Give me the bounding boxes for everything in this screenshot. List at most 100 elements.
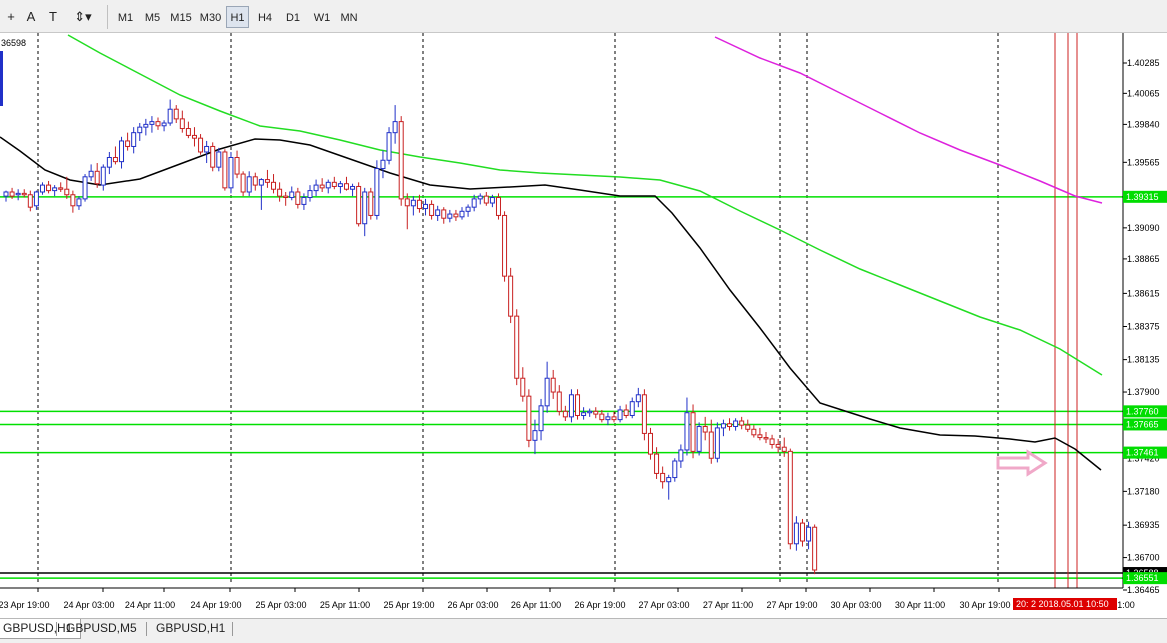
candle-body bbox=[587, 410, 593, 414]
moving-average-medium bbox=[67, 34, 1103, 376]
candle-body bbox=[550, 377, 556, 393]
toolbar-separator bbox=[107, 5, 108, 29]
candle-body bbox=[76, 198, 82, 207]
time-tick-label: 25 Apr 03:00 bbox=[255, 600, 306, 610]
timeframe-mn-button[interactable]: MN bbox=[337, 6, 361, 28]
candle-body bbox=[544, 377, 550, 407]
time-tick-label: 26 Apr 19:00 bbox=[574, 600, 625, 610]
candle-body bbox=[568, 394, 574, 418]
candle-body bbox=[562, 410, 568, 418]
candle-body bbox=[684, 412, 690, 451]
candle-body bbox=[319, 184, 325, 189]
candle-body bbox=[739, 420, 745, 426]
time-tick-label: 26 Apr 11:00 bbox=[511, 600, 561, 610]
candle-body bbox=[289, 191, 295, 199]
timeframe-m30-button[interactable]: M30 bbox=[197, 6, 224, 28]
candle-body bbox=[447, 213, 453, 219]
timeframe-h4-button[interactable]: H4 bbox=[253, 6, 277, 28]
candle-body bbox=[386, 132, 392, 161]
level-price-label: 1.39315 bbox=[1126, 192, 1159, 202]
candle-body bbox=[666, 477, 672, 483]
candle-body bbox=[465, 206, 471, 212]
candle-body bbox=[9, 191, 15, 197]
price-tick-label: 1.37180 bbox=[1127, 486, 1160, 496]
right-arrow-marker[interactable] bbox=[996, 449, 1048, 477]
timeframe-h1-button[interactable]: H1 bbox=[226, 6, 249, 28]
moving-average-slow bbox=[714, 36, 1103, 204]
candle-body bbox=[46, 184, 52, 192]
candle-body bbox=[277, 188, 283, 197]
timeframe-m15-button[interactable]: M15 bbox=[167, 6, 195, 28]
moving-average-fast bbox=[0, 136, 1102, 471]
text-label-tool-icon[interactable]: T bbox=[44, 6, 62, 28]
price-tick-label: 1.38865 bbox=[1127, 254, 1160, 264]
candle-body bbox=[70, 194, 76, 207]
candle-body bbox=[82, 176, 88, 200]
candle-body bbox=[39, 184, 45, 193]
timeframe-m5-button[interactable]: M5 bbox=[140, 6, 165, 28]
timeframe-m1-button[interactable]: M1 bbox=[113, 6, 138, 28]
candle-body bbox=[708, 431, 714, 459]
candle-body bbox=[441, 209, 447, 219]
tab-separator bbox=[232, 622, 233, 636]
candle-body bbox=[234, 157, 240, 175]
candle-body bbox=[337, 183, 343, 187]
candle-body bbox=[404, 198, 410, 207]
time-tick-label: 26 Apr 03:00 bbox=[447, 600, 498, 610]
timeframe-d1-button[interactable]: D1 bbox=[280, 6, 306, 28]
candle-body bbox=[459, 210, 465, 218]
price-tick-label: 1.40285 bbox=[1127, 58, 1160, 68]
candle-body bbox=[599, 413, 605, 421]
candle-body bbox=[185, 128, 191, 136]
candle-body bbox=[538, 405, 544, 432]
candle-body bbox=[58, 187, 64, 190]
candle-body bbox=[228, 157, 234, 189]
chart-toolbar: + A T ⇕▾ M1 M5 M15 M30 H1 H4 D1 W1 MN bbox=[0, 0, 1167, 33]
tab-separator bbox=[146, 622, 147, 636]
candle-body bbox=[325, 181, 331, 189]
crosshair-tool-icon[interactable]: + bbox=[2, 6, 20, 28]
candle-body bbox=[696, 426, 702, 452]
candle-body bbox=[775, 443, 781, 448]
candle-body bbox=[733, 420, 739, 428]
candle-body bbox=[88, 170, 94, 178]
level-price-label: 1.37665 bbox=[1126, 419, 1159, 429]
candle-body bbox=[654, 453, 660, 474]
candle-body bbox=[751, 428, 757, 436]
candle-body bbox=[435, 209, 441, 216]
price-tick-label: 1.38375 bbox=[1127, 322, 1160, 332]
text-tool-icon[interactable]: A bbox=[22, 6, 40, 28]
candle-body bbox=[167, 108, 173, 124]
candle-body bbox=[489, 197, 495, 204]
price-chart[interactable]: 1.40285 1.40065 1.39840 1.39565 1.39315 1.390… bbox=[0, 33, 1167, 618]
time-tick-label: 27 Apr 03:00 bbox=[638, 600, 689, 610]
timeframe-w1-button[interactable]: W1 bbox=[309, 6, 335, 28]
candle-body bbox=[27, 194, 33, 208]
candle-body bbox=[161, 122, 167, 127]
candle-body bbox=[702, 426, 708, 433]
arrows-tool-icon[interactable]: ⇕▾ bbox=[66, 6, 100, 28]
candle-body bbox=[678, 449, 684, 462]
candle-body bbox=[806, 526, 812, 542]
time-tick-label: 23 Apr 19:00 bbox=[0, 600, 50, 610]
time-tick-label: 27 Apr 11:00 bbox=[703, 600, 753, 610]
candle-body bbox=[514, 315, 520, 379]
candle-body bbox=[453, 213, 459, 218]
candle-body bbox=[264, 179, 270, 183]
chart-tab[interactable]: GBPUSD,H1 bbox=[148, 619, 233, 639]
price-tick-label: 1.37900 bbox=[1127, 387, 1160, 397]
chart-tab[interactable]: GBPUSD,M5 bbox=[58, 619, 145, 639]
price-tick-label: 1.36465 bbox=[1127, 585, 1160, 595]
candle-body bbox=[137, 126, 143, 134]
candle-body bbox=[64, 188, 70, 196]
candle-body bbox=[210, 145, 216, 168]
candle-body bbox=[246, 176, 252, 193]
chart-canvas[interactable]: 1.40285 1.40065 1.39840 1.39565 1.39315 1.390… bbox=[0, 33, 1167, 618]
candle-body bbox=[3, 191, 9, 197]
candle-body bbox=[52, 187, 58, 192]
time-tick-label: 25 Apr 11:00 bbox=[320, 600, 370, 610]
price-tick-label: 1.38135 bbox=[1127, 355, 1160, 365]
candle-body bbox=[198, 137, 204, 153]
candle-body bbox=[477, 195, 483, 200]
candle-body bbox=[605, 416, 611, 421]
